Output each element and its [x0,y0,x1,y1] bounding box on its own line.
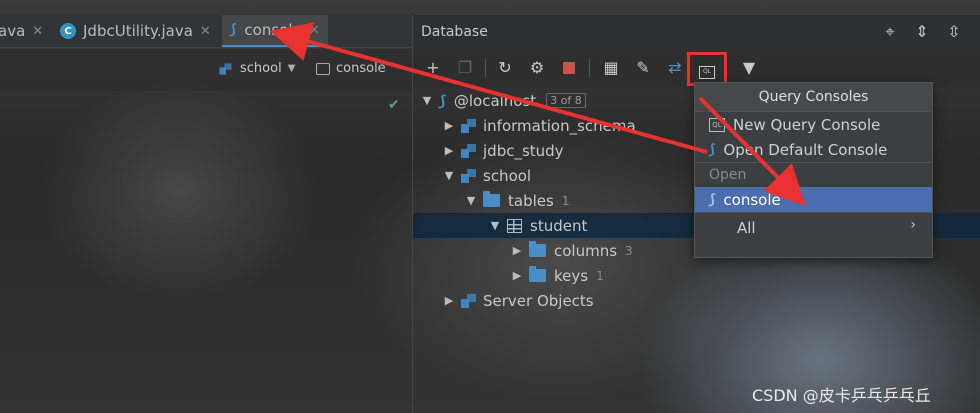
menu-item-new-query-console[interactable]: QL New Query Console [695,112,932,137]
schema-icon [219,62,232,75]
item-count: 1 [596,268,604,283]
panel-title: Database [421,24,488,40]
tree-item-information-schema[interactable]: ▶ information_schema [441,113,636,138]
menu-item-all[interactable]: All › [695,212,932,242]
filter-icon[interactable]: ▼ [739,58,759,78]
database-header: Database ⌖ ⇕ ⇳ [413,15,980,49]
chevron-down-icon[interactable]: ▼ [487,219,503,232]
jump-to-icon[interactable]: ⇄ [665,58,685,78]
schema-selector[interactable]: school ▼ [218,61,295,76]
stop-icon[interactable] [559,58,579,78]
table-view-icon[interactable]: ▦ [601,58,621,78]
copy-icon[interactable]: ❐ [455,58,475,78]
table-icon [507,218,522,233]
chevron-right-icon[interactable]: ▶ [441,294,457,307]
query-consoles-popup: Query Consoles QL New Query Console ⟆ Op… [694,82,933,258]
server-objects-icon [461,293,476,308]
menu-group-open: Open [695,162,932,187]
chevron-right-icon[interactable]: ▶ [509,244,525,257]
schema-selector-label: school [240,61,282,76]
ql-icon: QL [709,117,725,132]
tree-item-keys[interactable]: ▶ keys 1 [509,263,604,288]
mysql-icon: ⟆ [709,191,716,208]
item-count: 1 [561,193,570,208]
tree-item-label: student [530,216,588,235]
tab-jdbcutility[interactable]: C JdbcUtility.java ✕ [60,15,211,47]
chevron-right-icon[interactable]: ▶ [441,144,457,157]
tree-item-jdbc-study[interactable]: ▶ jdbc_study [441,138,564,163]
schema-sync-icon[interactable]: ⚙ [527,58,547,78]
chevron-right-icon: › [910,217,916,233]
menu-item-console[interactable]: ⟆ console [695,187,932,212]
schema-icon [461,118,476,133]
schema-icon [461,143,476,158]
console-selector[interactable]: console [316,61,386,76]
tree-item-label: columns [554,241,618,260]
menu-item-label: All [737,218,756,237]
tree-item-label: @localhost [453,91,537,110]
add-icon[interactable]: + [423,58,443,78]
editor-tab-bar: ava ✕ C JdbcUtility.java ✕ ⟆ console ✕ [0,15,412,48]
tree-item-label: information_schema [483,116,636,135]
chevron-right-icon[interactable]: ▶ [509,269,525,282]
tree-item-tables[interactable]: ▼ tables 1 [463,188,569,213]
toolbar-separator [485,59,486,77]
schema-icon [461,168,476,183]
tab-console[interactable]: ⟆ console ✕ [222,15,328,47]
tree-item-label: tables [508,191,554,210]
watermark: CSDN @皮卡乒乓乒乓丘 [752,386,931,405]
expand-all-icon[interactable]: ⇕ [913,23,931,41]
edit-icon[interactable]: ✎ [633,58,653,78]
popup-title: Query Consoles [695,83,932,112]
tree-item-school[interactable]: ▼ school [441,163,531,188]
collapse-all-icon[interactable]: ⇳ [945,23,963,41]
menu-item-label: Open Default Console [723,140,888,159]
tab-java-file[interactable]: ava ✕ [0,15,43,47]
console-selector-label: console [336,61,386,76]
chevron-down-icon[interactable]: ▼ [441,169,457,182]
tree-item-label: keys [554,266,589,285]
menu-item-open-default-console[interactable]: ⟆ Open Default Console [695,137,932,162]
chevron-down-icon: ▼ [287,63,296,74]
editor-pane: ava ✕ C JdbcUtility.java ✕ ⟆ console ✕ s… [0,0,412,413]
menu-item-label: console [723,190,781,209]
tab-label: ava [0,22,26,40]
class-c-icon: C [60,23,76,39]
folder-icon [483,191,500,207]
chevron-down-icon[interactable]: ▼ [419,94,435,107]
chevron-down-icon[interactable]: ▼ [463,194,479,207]
console-icon [316,62,330,75]
crosshair-icon[interactable]: ⌖ [881,23,899,41]
mysql-console-icon: ⟆ [230,22,237,38]
tab-label: JdbcUtility.java [83,22,193,40]
close-icon[interactable]: ✕ [309,23,320,38]
tree-item-localhost[interactable]: ▼ ⟆ @localhost 3 of 8 [419,88,586,113]
toolbar-separator [589,59,590,77]
mysql-icon: ⟆ [709,141,716,158]
tree-item-server-objects[interactable]: ▶ Server Objects [441,288,594,313]
folder-icon [529,266,546,282]
refresh-icon[interactable]: ↻ [495,58,515,78]
close-icon[interactable]: ✕ [32,24,43,39]
chevron-right-icon[interactable]: ▶ [441,119,457,132]
tree-item-label: jdbc_study [483,141,564,160]
item-count: 3 [625,243,633,258]
tree-item-label: school [483,166,532,185]
annotation-highlight-box [687,52,727,86]
tab-label: console [244,21,302,39]
menu-item-label: New Query Console [733,115,881,134]
console-toolbar: school ▼ console [0,49,412,91]
tree-item-label: Server Objects [483,291,594,310]
tree-item-columns[interactable]: ▶ columns 3 [509,238,633,263]
folder-icon [529,241,546,257]
schema-count-badge: 3 of 8 [546,93,586,108]
check-icon: ✔ [388,97,400,113]
mysql-icon: ⟆ [439,91,446,110]
close-icon[interactable]: ✕ [200,24,211,39]
